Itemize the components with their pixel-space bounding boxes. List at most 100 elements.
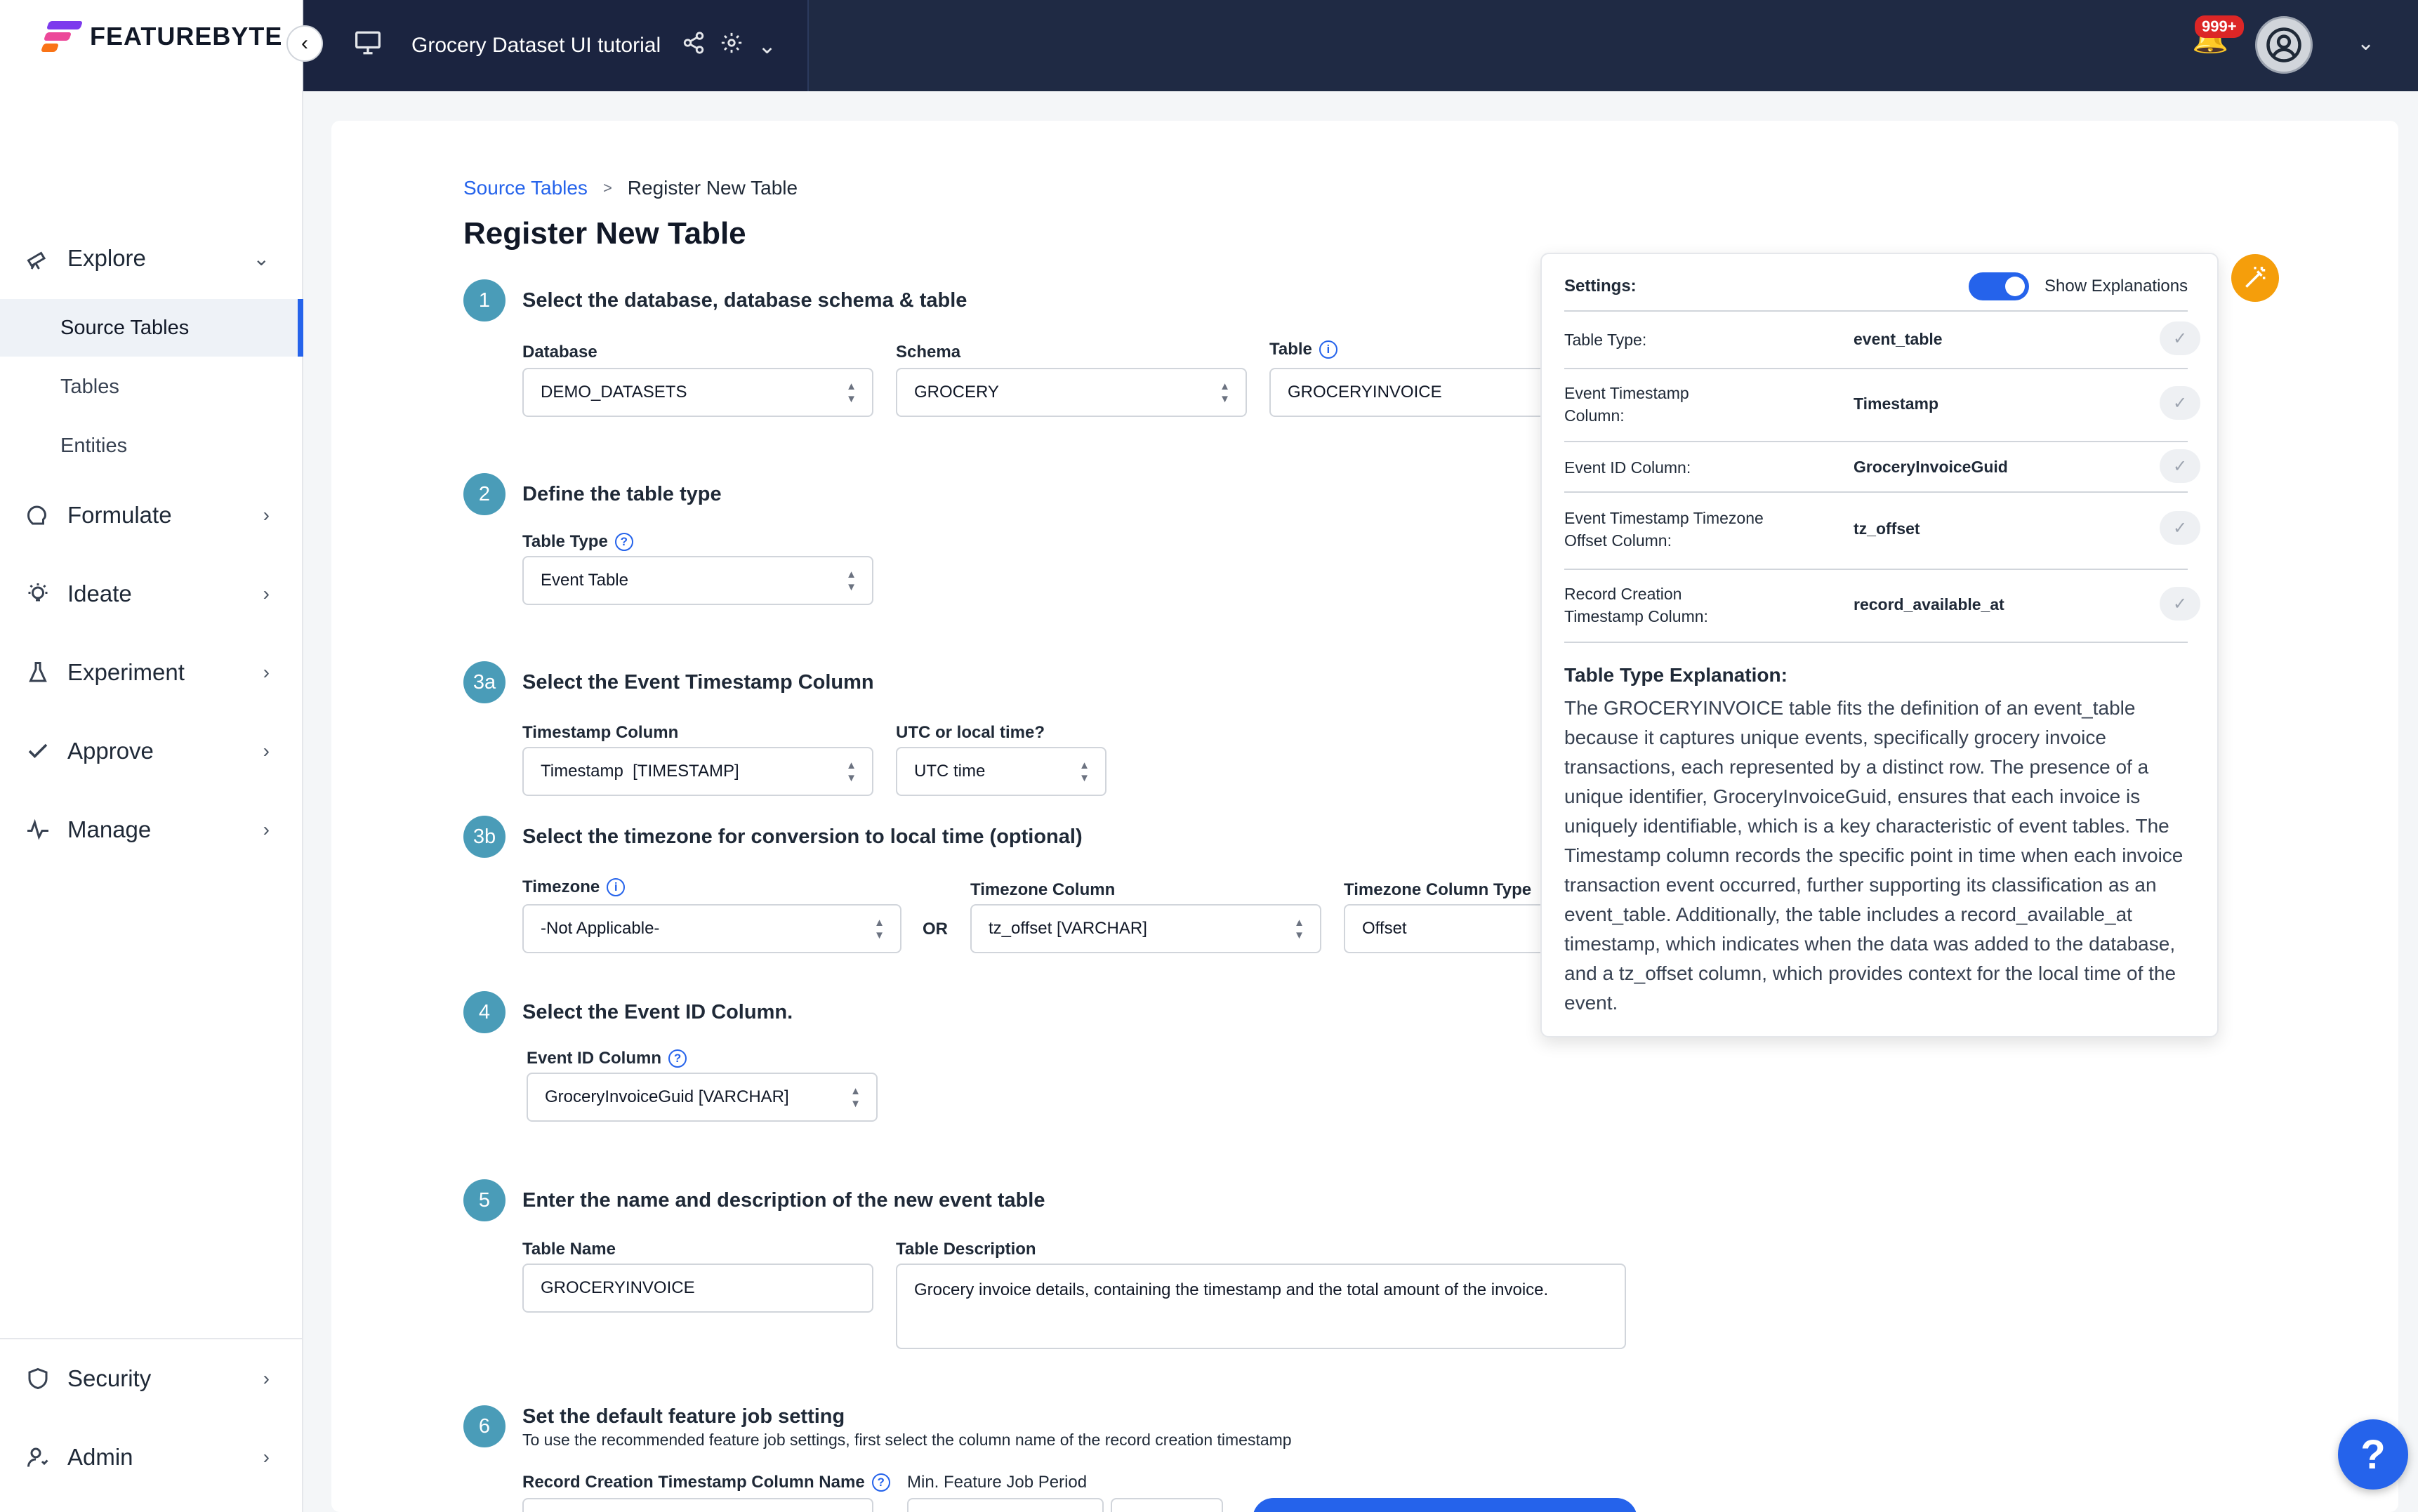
record-creation-timestamp-label-text: Record Creation Timestamp Column Name	[522, 1473, 865, 1492]
avatar[interactable]	[2255, 16, 2313, 74]
updown-chevron-icon: ▲ ▼	[874, 917, 885, 941]
magic-wand-icon[interactable]	[2231, 254, 2279, 302]
info-icon[interactable]: i	[1319, 340, 1337, 359]
chevron-right-icon: ›	[263, 661, 270, 683]
table-name-input[interactable]: GROCERYINVOICE	[522, 1264, 873, 1313]
utc-local-label-text: UTC or local time?	[896, 723, 1045, 742]
timezone-column-select[interactable]: tz_offset [VARCHAR] ▲ ▼	[970, 904, 1321, 953]
database-label-text: Database	[522, 343, 597, 362]
apply-checkmark-icon[interactable]: ✓	[2160, 511, 2200, 545]
chevron-down-icon: ⌄	[253, 247, 270, 270]
lightbulb-icon	[24, 580, 52, 608]
table-description-label: Table Description	[896, 1240, 1036, 1259]
utc-local-value: UTC time	[914, 762, 986, 781]
help-button[interactable]: ?	[2338, 1419, 2408, 1490]
breadcrumb-current: Register New Table	[627, 177, 798, 199]
table-type-explanation-title: Table Type Explanation:	[1564, 664, 1788, 686]
min-feature-job-period-input[interactable]	[907, 1498, 1104, 1512]
help-icon[interactable]: ?	[614, 533, 633, 551]
apply-checkmark-icon[interactable]: ✓	[2160, 386, 2200, 420]
chevron-down-icon[interactable]: ⌄	[758, 32, 777, 59]
sidebar-item-label: Approve	[67, 738, 154, 764]
sidebar-item-approve[interactable]: Approve ›	[0, 723, 303, 779]
table-name-value: GROCERYINVOICE	[541, 1278, 695, 1297]
table-type-explanation-body: The GROCERYINVOICE table fits the defini…	[1564, 697, 2184, 1014]
account-menu-chevron-icon[interactable]: ⌄	[2357, 31, 2374, 55]
sidebar-item-tables[interactable]: Tables	[0, 358, 303, 416]
record-creation-timestamp-select[interactable]	[522, 1498, 873, 1512]
table-value: GROCERYINVOICE	[1288, 383, 1442, 402]
step-4-badge: 4	[463, 991, 506, 1033]
timezone-value: -Not Applicable-	[541, 919, 660, 938]
recommended-settings-button[interactable]	[1253, 1498, 1637, 1512]
apply-checkmark-icon[interactable]: ✓	[2160, 587, 2200, 621]
sidebar-item-security[interactable]: Security ›	[0, 1351, 303, 1407]
sidebar-item-label: Formulate	[67, 502, 172, 528]
sidebar-item-ideate[interactable]: Ideate ›	[0, 566, 303, 622]
settings-row: Event ID Column: GroceryInvoiceGuid ✓	[1564, 441, 2200, 491]
step-3a-badge: 3a	[463, 661, 506, 703]
info-icon[interactable]: i	[607, 878, 626, 896]
workspace-selector[interactable]: Grocery Dataset UI tutorial ⌄	[303, 0, 809, 91]
logo[interactable]: FEATUREBYTE	[40, 17, 282, 56]
breadcrumb-source-tables[interactable]: Source Tables	[463, 177, 588, 199]
min-feature-job-period-unit-select[interactable]	[1111, 1498, 1223, 1512]
apply-checkmark-icon[interactable]: ✓	[2160, 321, 2200, 355]
database-select[interactable]: DEMO_DATASETS ▲ ▼	[522, 368, 873, 417]
apply-checkmark-icon[interactable]: ✓	[2160, 449, 2200, 483]
settings-row-value: tz_offset	[1854, 519, 1920, 538]
help-icon[interactable]: ?	[871, 1473, 890, 1492]
chevron-right-icon: ›	[263, 1446, 270, 1468]
sidebar-item-formulate[interactable]: Formulate ›	[0, 487, 303, 543]
sidebar-item-label: Admin	[67, 1444, 133, 1470]
table-type-label: Table Type ?	[522, 532, 633, 552]
notification-badge: 999+	[2195, 15, 2244, 38]
settings-row: Event Timestamp Column: Timestamp ✓	[1564, 368, 2200, 441]
settings-row-key: Table Type:	[1564, 331, 1647, 349]
sidebar-item-entities[interactable]: Entities	[0, 417, 303, 475]
updown-chevron-icon: ▲ ▼	[1220, 380, 1230, 405]
timezone-column-type-select[interactable]: Offset	[1344, 904, 1554, 953]
table-type-select[interactable]: Event Table ▲ ▼	[522, 556, 873, 605]
flask-icon	[24, 658, 52, 687]
event-id-column-value: GroceryInvoiceGuid [VARCHAR]	[545, 1087, 789, 1106]
sidebar-item-experiment[interactable]: Experiment ›	[0, 644, 303, 701]
min-feature-job-period-label-text: Min. Feature Job Period	[907, 1473, 1088, 1492]
collapse-sidebar-button[interactable]: ‹	[286, 25, 323, 62]
sidebar-item-label: Entities	[60, 434, 128, 457]
updown-chevron-icon: ▲ ▼	[846, 569, 857, 593]
min-feature-job-period-label: Min. Feature Job Period	[907, 1473, 1087, 1492]
timestamp-column-select[interactable]: Timestamp [TIMESTAMP] ▲ ▼	[522, 747, 873, 796]
event-id-column-label: Event ID Column ?	[527, 1049, 687, 1068]
sidebar-item-source-tables[interactable]: Source Tables	[0, 299, 303, 357]
table-name-label: Table Name	[522, 1240, 616, 1259]
table-select[interactable]: GROCERYINVOICE	[1269, 368, 1550, 417]
settings-row: Event Timestamp Timezone Offset Column: …	[1564, 491, 2200, 569]
show-explanations-toggle[interactable]	[1969, 272, 2029, 300]
utc-local-select[interactable]: UTC time ▲ ▼	[896, 747, 1106, 796]
settings-row-key: Event ID Column:	[1564, 458, 1691, 477]
user-admin-icon	[24, 1443, 52, 1471]
step-6-title: Set the default feature job setting	[522, 1405, 845, 1428]
sidebar: FEATUREBYTE Explore ⌄ Source Tables Tabl…	[0, 0, 303, 1512]
schema-label: Schema	[896, 343, 960, 362]
timezone-label-text: Timezone	[522, 877, 600, 896]
sidebar-item-admin[interactable]: Admin ›	[0, 1429, 303, 1485]
updown-chevron-icon: ▲ ▼	[1294, 917, 1304, 941]
brain-icon	[24, 501, 52, 529]
sidebar-item-explore[interactable]: Explore ⌄	[0, 230, 303, 286]
event-id-column-select[interactable]: GroceryInvoiceGuid [VARCHAR] ▲ ▼	[527, 1073, 878, 1122]
step-3a-title: Select the Event Timestamp Column	[522, 671, 874, 694]
step-1-badge: 1	[463, 279, 506, 321]
table-description-input[interactable]: Grocery invoice details, containing the …	[896, 1264, 1626, 1349]
gear-icon[interactable]	[720, 31, 744, 60]
help-icon[interactable]: ?	[668, 1049, 687, 1068]
schema-select[interactable]: GROCERY ▲ ▼	[896, 368, 1247, 417]
settings-row-value: record_available_at	[1854, 595, 2004, 614]
share-icon[interactable]	[682, 31, 706, 60]
timezone-select[interactable]: -Not Applicable- ▲ ▼	[522, 904, 901, 953]
step-3b-badge: 3b	[463, 816, 506, 858]
chevron-right-icon: ›	[263, 740, 270, 762]
step-2-title: Define the table type	[522, 483, 722, 505]
sidebar-item-manage[interactable]: Manage ›	[0, 802, 303, 858]
